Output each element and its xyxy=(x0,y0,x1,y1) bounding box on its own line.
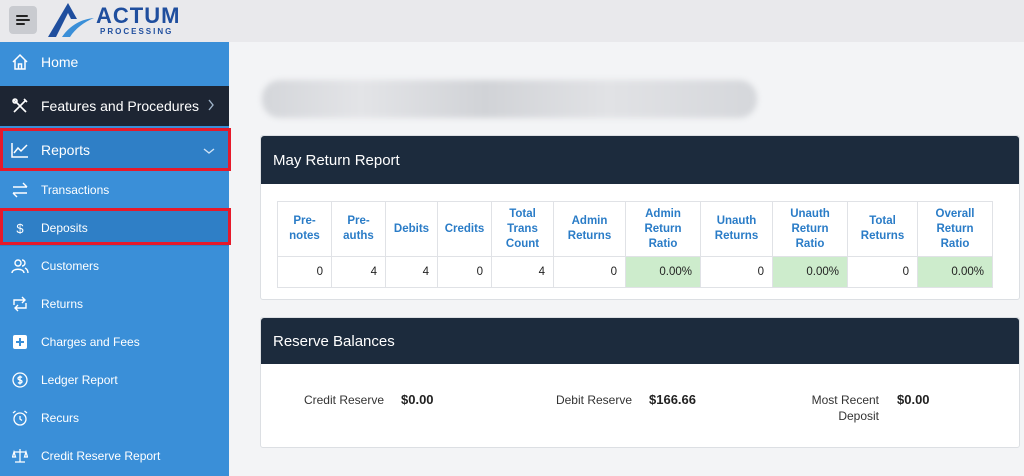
sidebar: Home Features and Procedures Reports Tra… xyxy=(0,42,229,476)
table-cell-ratio: 0.00% xyxy=(772,256,848,288)
table-cell: 4 xyxy=(491,256,554,288)
return-report-card: May Return Report Pre-notes Pre-auths De… xyxy=(260,135,1020,300)
table-cell-ratio: 0.00% xyxy=(625,256,701,288)
sidebar-item-label: Features and Procedures xyxy=(41,98,199,114)
table-header-cell: Admin Return Ratio xyxy=(625,201,701,257)
sidebar-item-label: Credit Reserve Report xyxy=(41,449,161,463)
table-cell: 0 xyxy=(277,256,332,288)
sidebar-item-transactions[interactable]: Transactions xyxy=(0,172,229,208)
chevron-down-icon xyxy=(203,142,215,158)
sidebar-item-home[interactable]: Home xyxy=(0,42,229,82)
table-header-cell: Total Trans Count xyxy=(491,201,554,257)
return-report-table: Pre-notes Pre-auths Debits Credits Total… xyxy=(277,201,993,288)
sidebar-item-features-and-procedures[interactable]: Features and Procedures xyxy=(0,86,229,126)
table-header-cell: Pre-notes xyxy=(277,201,332,257)
sidebar-item-recurs[interactable]: Recurs xyxy=(0,400,229,436)
table-cell: 0 xyxy=(700,256,773,288)
sidebar-item-credit-reserve-report[interactable]: Credit Reserve Report xyxy=(0,438,229,474)
home-icon xyxy=(11,53,29,71)
sidebar-item-label: Deposits xyxy=(41,221,88,235)
hamburger-menu-button[interactable] xyxy=(9,6,37,34)
sidebar-item-ledger-report[interactable]: Ledger Report xyxy=(0,362,229,398)
return-report-title: May Return Report xyxy=(261,136,1019,184)
sidebar-item-label: Ledger Report xyxy=(41,373,118,387)
table-header-row: Pre-notes Pre-auths Debits Credits Total… xyxy=(277,201,993,257)
sidebar-item-label: Transactions xyxy=(41,183,110,197)
sidebar-item-returns[interactable]: Returns xyxy=(0,286,229,322)
sidebar-item-customers[interactable]: Customers xyxy=(0,248,229,284)
table-header-cell: Overall Return Ratio xyxy=(917,201,993,257)
table-cell: 0 xyxy=(437,256,492,288)
most-recent-deposit-label: Most Recent Deposit xyxy=(811,393,879,423)
tools-icon xyxy=(11,97,29,115)
top-bar: ACTUM PROCESSING xyxy=(0,0,1024,42)
sidebar-item-label: Charges and Fees xyxy=(41,335,140,349)
sidebar-item-charges-and-fees[interactable]: Charges and Fees xyxy=(0,324,229,360)
table-header-cell: Pre-auths xyxy=(331,201,386,257)
users-icon xyxy=(11,257,29,275)
credit-reserve-value: $0.00 xyxy=(401,392,434,407)
table-header-cell: Debits xyxy=(385,201,438,257)
page-title-blurred xyxy=(262,80,757,118)
table-header-cell: Credits xyxy=(437,201,492,257)
sidebar-item-label: Home xyxy=(41,54,79,70)
most-recent-deposit-value: $0.00 xyxy=(897,392,930,407)
sidebar-item-label: Reports xyxy=(41,142,91,158)
table-cell: 4 xyxy=(331,256,386,288)
reserve-balances-card: Reserve Balances Credit Reserve $0.00 De… xyxy=(260,317,1020,448)
scale-icon xyxy=(11,447,29,465)
sidebar-item-label: Returns xyxy=(41,297,84,311)
sidebar-item-label: Customers xyxy=(41,259,100,273)
chevron-right-icon xyxy=(207,98,215,114)
debit-reserve-value: $166.66 xyxy=(649,392,696,407)
repeat-icon xyxy=(11,295,29,313)
table-header-cell: Unauth Return Ratio xyxy=(772,201,848,257)
chart-line-icon xyxy=(11,141,29,159)
debit-reserve-label: Debit Reserve xyxy=(555,393,632,407)
table-header-cell: Admin Returns xyxy=(553,201,626,257)
table-header-cell: Unauth Returns xyxy=(700,201,773,257)
sidebar-item-reports[interactable]: Reports xyxy=(0,130,229,170)
sidebar-item-label: Recurs xyxy=(41,411,80,425)
table-cell-ratio: 0.00% xyxy=(917,256,993,288)
plus-square-icon xyxy=(11,333,29,351)
sidebar-item-deposits[interactable]: $ Deposits xyxy=(0,210,229,246)
logo-subtext: PROCESSING xyxy=(100,27,174,36)
table-cell: 4 xyxy=(385,256,438,288)
reserve-balances-title: Reserve Balances xyxy=(261,318,1019,364)
actum-logo[interactable]: ACTUM PROCESSING xyxy=(44,1,194,39)
dollar-icon: $ xyxy=(16,220,24,236)
alarm-clock-icon xyxy=(11,409,29,427)
table-cell: 0 xyxy=(847,256,918,288)
arrows-exchange-icon xyxy=(11,181,29,199)
credit-reserve-label: Credit Reserve xyxy=(303,393,384,407)
table-row: 0 4 4 0 4 0 0.00% 0 0.00% 0 0.00% xyxy=(277,256,993,288)
table-cell: 0 xyxy=(553,256,626,288)
logo-wordmark: ACTUM xyxy=(96,3,181,28)
coin-circle-icon xyxy=(11,371,29,389)
table-header-cell: Total Returns xyxy=(847,201,918,257)
